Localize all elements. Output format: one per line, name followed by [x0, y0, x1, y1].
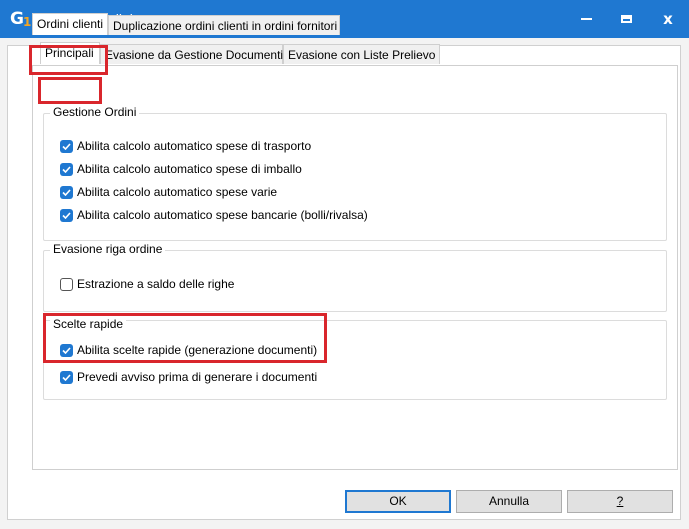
checkbox-checked-icon [60, 185, 73, 199]
tab-duplicazione-ordini[interactable]: Duplicazione ordini clienti in ordini fo… [108, 15, 340, 35]
checkbox-label: Estrazione a saldo delle righe [77, 277, 235, 291]
subtab-evasione-gestione-documenti[interactable]: Evasione da Gestione Documenti [100, 44, 283, 64]
checkbox-checked-icon [60, 139, 73, 153]
checkbox-unchecked-icon [60, 277, 73, 291]
group-title: Gestione Ordini [50, 105, 140, 119]
checkbox-prevedi-avviso[interactable]: Prevedi avviso prima di generare i docum… [60, 368, 317, 386]
window-close-icon: x [663, 10, 673, 28]
checkbox-spese-imballo[interactable]: Abilita calcolo automatico spese di imba… [60, 160, 302, 178]
minimize-button[interactable] [566, 0, 606, 38]
ok-button[interactable]: OK [345, 490, 451, 513]
checkbox-spese-bancarie[interactable]: Abilita calcolo automatico spese bancari… [60, 206, 368, 224]
close-button[interactable]: x [648, 0, 688, 38]
checkbox-label: Abilita calcolo automatico spese bancari… [77, 208, 368, 222]
checkbox-spese-varie[interactable]: Abilita calcolo automatico spese varie [60, 183, 277, 201]
maximize-button[interactable] [606, 0, 646, 38]
highlight-box-ordini-clienti [29, 45, 108, 75]
checkbox-label: Abilita calcolo automatico spese di tras… [77, 139, 312, 153]
group-title: Evasione riga ordine [50, 242, 166, 256]
checkbox-spese-trasporto[interactable]: Abilita calcolo automatico spese di tras… [60, 137, 311, 155]
highlight-box-scelte-rapide [43, 313, 327, 363]
help-button[interactable]: ? [567, 490, 673, 513]
checkbox-label: Abilita calcolo automatico spese varie [77, 185, 278, 199]
checkbox-checked-icon [60, 162, 73, 176]
checkbox-label: Prevedi avviso prima di generare i docum… [77, 370, 318, 384]
checkbox-label: Abilita calcolo automatico spese di imba… [77, 162, 302, 176]
tab-ordini-clienti[interactable]: Ordini clienti [32, 13, 108, 35]
highlight-box-principali [38, 77, 102, 104]
checkbox-checked-icon [60, 208, 73, 222]
annulla-button[interactable]: Annulla [456, 490, 562, 513]
subtab-evasione-liste-prelievo[interactable]: Evasione con Liste Prelievo [283, 44, 440, 64]
window-minimize-icon [580, 18, 592, 20]
checkbox-checked-icon [60, 370, 73, 384]
window-maximize-icon [620, 15, 632, 23]
checkbox-estrazione-saldo[interactable]: Estrazione a saldo delle righe [60, 275, 234, 293]
app-logo-icon: G1 [10, 9, 32, 29]
